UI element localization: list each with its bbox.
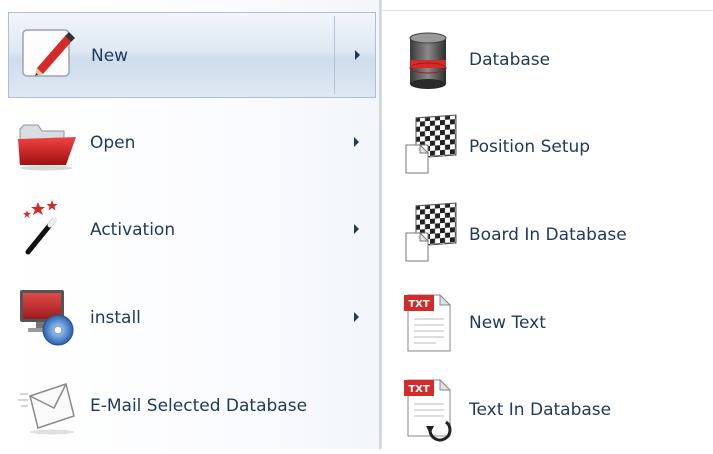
database-icon xyxy=(400,26,460,94)
submenu-item-label: Database xyxy=(469,50,551,70)
submenu-item-label: Text In Database xyxy=(469,400,612,420)
submenu-item-board-in-database[interactable]: Board In Database xyxy=(396,191,696,279)
menu-item-email-selected-database[interactable]: E-Mail Selected Database xyxy=(8,363,376,449)
menu-item-label: E-Mail Selected Database xyxy=(90,396,308,416)
submenu-arrow-icon xyxy=(354,312,359,322)
menu-item-activation[interactable]: Activation xyxy=(8,187,376,273)
submenu-item-position-setup[interactable]: Position Setup xyxy=(396,103,696,191)
menu-item-label: Activation xyxy=(90,220,176,240)
submenu-arrow-icon xyxy=(355,50,360,60)
menu-item-label: install xyxy=(90,308,141,328)
folder-icon xyxy=(16,109,78,175)
envelope-icon xyxy=(16,372,78,438)
submenu-arrow-icon xyxy=(354,137,359,147)
submenu-item-label: New Text xyxy=(469,313,546,333)
submenu-item-database[interactable]: Database xyxy=(396,16,696,104)
menu-item-install[interactable]: install xyxy=(8,275,376,361)
submenu-item-new-text[interactable]: TXT New Text xyxy=(396,279,696,367)
txt-badge-label: TXT xyxy=(408,299,430,310)
txt-document-icon: TXT xyxy=(400,289,460,357)
txt-document-arrow-icon: TXT xyxy=(400,376,460,444)
pencil-paper-icon xyxy=(17,22,79,88)
menu-item-label: New xyxy=(91,46,129,66)
menu-item-open[interactable]: Open xyxy=(8,100,376,186)
main-menu-pane: New Open Activation install E-Mail Selec… xyxy=(0,0,379,449)
submenu-item-label: Position Setup xyxy=(469,137,591,157)
submenu-split-divider xyxy=(334,16,335,94)
submenu-item-label: Board In Database xyxy=(469,225,627,245)
submenu-item-text-in-database[interactable]: TXT Text In Database xyxy=(396,366,696,454)
chessboard-icon xyxy=(400,201,460,269)
application-menu: New Open Activation install E-Mail Selec… xyxy=(0,0,713,450)
menu-item-label: Open xyxy=(90,133,136,153)
chessboard-icon xyxy=(400,113,460,181)
magic-wand-icon xyxy=(16,196,78,262)
monitor-disc-icon xyxy=(16,284,78,350)
menu-item-new[interactable]: New xyxy=(8,12,376,98)
submenu-arrow-icon xyxy=(354,224,359,234)
txt-badge-label: TXT xyxy=(408,384,430,395)
